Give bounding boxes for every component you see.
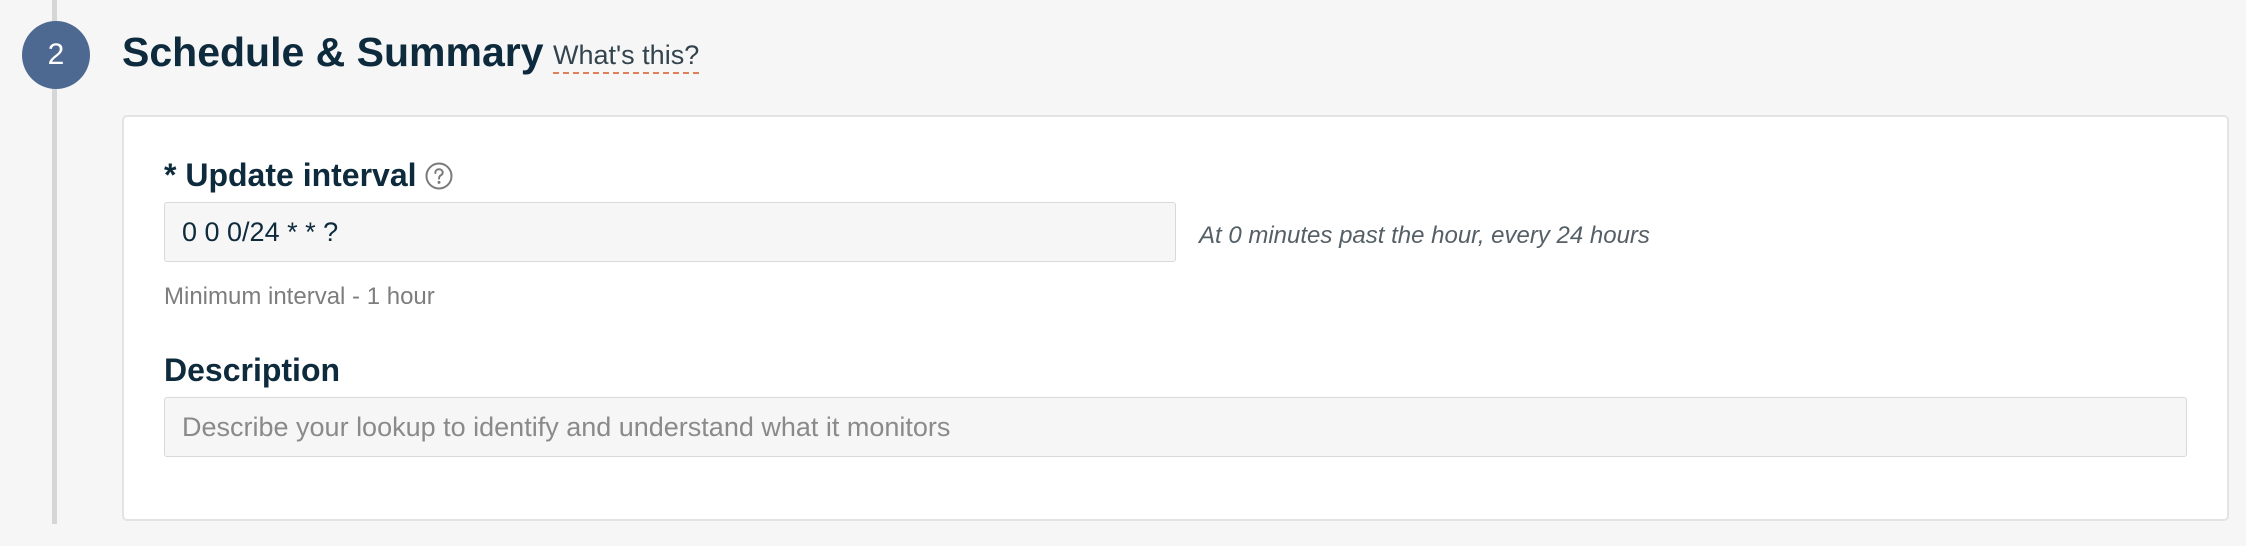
description-label: Description <box>164 352 341 388</box>
update-interval-helper-text: Minimum interval - 1 hour <box>164 283 435 310</box>
update-interval-label-text: * Update interval <box>164 157 417 193</box>
whats-this-link[interactable]: What's this? <box>553 38 700 74</box>
question-circle-icon[interactable] <box>424 160 454 190</box>
section-title: Schedule & Summary <box>122 29 544 75</box>
update-interval-label: * Update interval <box>164 155 454 195</box>
step-number-badge: 2 <box>22 21 90 89</box>
update-interval-human-readable: At 0 minutes past the hour, every 24 hou… <box>1199 222 1650 249</box>
update-interval-input[interactable]: 0 0 0/24 * * ? <box>164 202 1176 262</box>
description-input[interactable]: Describe your lookup to identify and und… <box>164 397 2187 457</box>
